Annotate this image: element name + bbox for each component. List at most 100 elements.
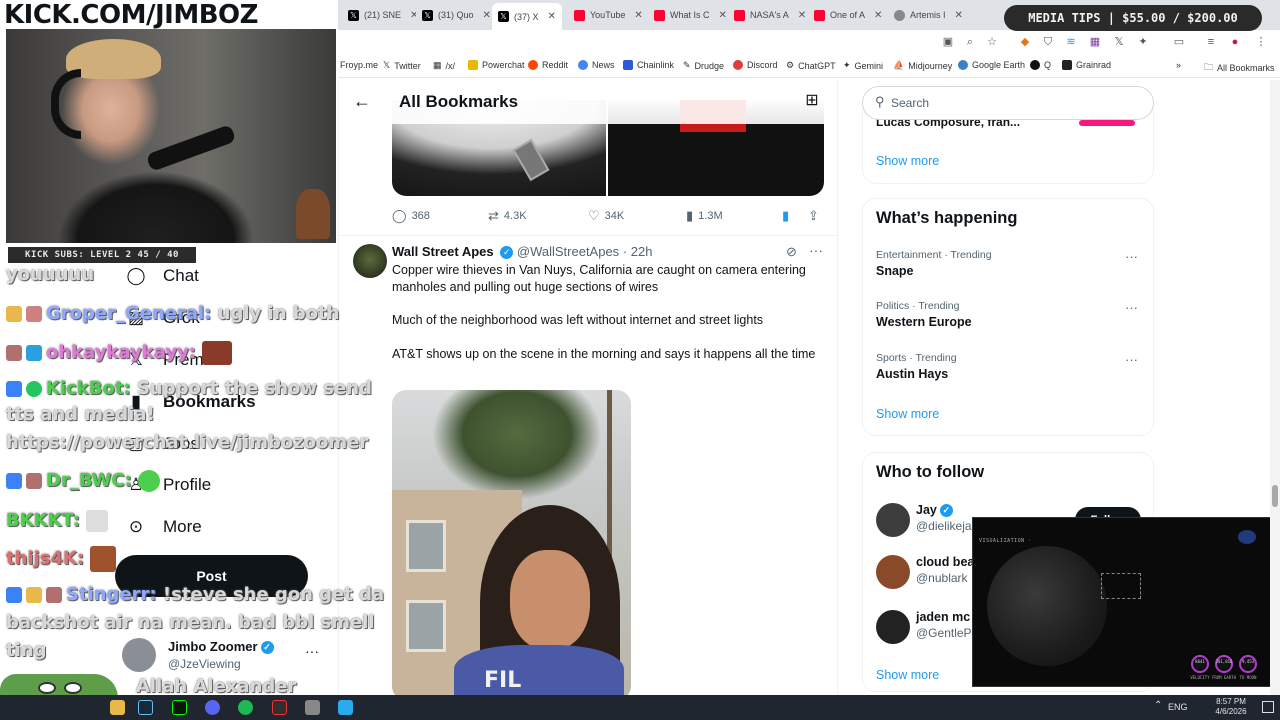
more-dots-icon[interactable]: ··· <box>1125 300 1138 315</box>
tweet-timestamp[interactable]: · 22h <box>623 244 653 259</box>
star-icon[interactable]: ☆ <box>985 35 999 49</box>
scroll-thumb[interactable] <box>1272 485 1278 507</box>
sidebar-icon[interactable]: ▭ <box>1172 35 1186 49</box>
nav-more[interactable]: ⊙ More <box>125 516 202 538</box>
telegram-icon[interactable] <box>338 700 353 715</box>
bookmark-grainrad[interactable]: Grainrad <box>1062 60 1111 70</box>
nav-profile[interactable]: ♙ Profile <box>125 474 211 496</box>
close-icon[interactable]: ✕ <box>548 11 556 22</box>
bookmark-chatgpt[interactable]: ⚙ ChatGPT <box>786 60 836 71</box>
x-icon[interactable]: 𝕏 <box>1112 35 1126 49</box>
more-dots-icon[interactable]: ··· <box>1125 249 1138 264</box>
tweet-author-name[interactable]: Wall Street Apes <box>392 244 494 259</box>
nav-bookmarks[interactable]: ▮ Bookmarks <box>125 391 255 413</box>
close-icon[interactable]: ✕ <box>634 10 642 21</box>
trend-item[interactable]: Sports · Trending Austin Hays ··· <box>876 352 1146 388</box>
views-button[interactable]: ▮ 1.3M <box>686 208 723 224</box>
trend-item[interactable]: Politics · Trending Western Europe ··· <box>876 300 1146 336</box>
tab-item[interactable]: What Is C ✕ <box>648 3 728 27</box>
like-button[interactable]: ♡ 34K <box>588 208 624 224</box>
bookmark-x-board[interactable]: ▦/x/ <box>433 60 455 71</box>
chevron-up-icon[interactable]: ⌃ <box>1154 700 1162 711</box>
pip-video-player[interactable]: VISUALIZATION · 8641 VELOCITY 201,816 FR… <box>972 517 1272 687</box>
bookmark-news[interactable]: News <box>578 60 615 70</box>
gauge-value: 201,816 <box>1215 659 1233 664</box>
nav-chat[interactable]: ◯ Chat <box>125 265 198 287</box>
screenshot-icon[interactable]: ▣ <box>941 35 955 49</box>
page-scrollbar[interactable] <box>1270 80 1280 695</box>
obs-icon[interactable] <box>272 700 287 715</box>
wave-icon[interactable]: ≋ <box>1064 35 1078 49</box>
close-icon[interactable]: ✕ <box>719 10 727 21</box>
grok-icon[interactable]: ⊘ <box>786 244 797 260</box>
app-icon[interactable] <box>305 700 320 715</box>
show-more-link[interactable]: Show more <box>876 668 939 682</box>
discord-icon[interactable] <box>205 700 220 715</box>
shield-icon[interactable]: ⛉ <box>1041 35 1055 49</box>
puzzle-icon[interactable]: ✦ <box>1136 35 1150 49</box>
more-dots-icon[interactable]: ··· <box>809 242 823 258</box>
extension-icon[interactable]: ▦ <box>1088 35 1102 49</box>
close-icon[interactable]: ✕ <box>874 10 882 21</box>
chevron-right-icon[interactable]: » <box>1176 60 1181 70</box>
tab-item[interactable]: 𝕏 (31) Quo ✕ <box>416 3 492 27</box>
nav-premium[interactable]: 𝕏 Premium <box>125 349 231 371</box>
bookmark-google-earth[interactable]: Google Earth <box>958 60 1025 70</box>
bookmark-chainlink[interactable]: Chainlink <box>623 60 674 70</box>
avatar[interactable] <box>353 244 387 278</box>
news-icon <box>578 60 588 70</box>
tweet-author-handle[interactable]: @WallStreetApes <box>517 244 619 259</box>
search-box[interactable]: ⚲ <box>862 86 1154 120</box>
metamask-icon[interactable]: ◆ <box>1018 35 1032 49</box>
close-icon[interactable]: ✕ <box>955 10 963 21</box>
bar-chart-icon: ▮ <box>686 208 694 223</box>
more-dots-icon[interactable]: ··· <box>1125 352 1138 367</box>
tab-item[interactable]: 𝕏 (21) SNE ✕ <box>342 3 416 27</box>
nav-grok[interactable]: ▨ Grok <box>125 307 200 329</box>
share-button[interactable]: ⇪ <box>808 208 819 224</box>
clock[interactable]: 8:57 PM 4/6/2026 <box>1206 697 1256 717</box>
bookmark-gemini[interactable]: ✦ Gemini <box>843 60 883 71</box>
bookmark-discord[interactable]: Discord <box>733 60 778 70</box>
show-more-link[interactable]: Show more <box>876 407 939 421</box>
tweet[interactable]: Wall Street Apes ✓ @WallStreetApes · 22h… <box>339 238 837 695</box>
folder-icon[interactable] <box>110 700 125 715</box>
nav-jobs[interactable]: ▢ Jobs <box>125 433 199 455</box>
search-input[interactable] <box>891 93 1131 113</box>
repost-button[interactable]: ⇄ 4.3K <box>488 208 527 224</box>
bookmark-twitter[interactable]: 𝕏 Twitter <box>383 60 421 71</box>
bookmark-button[interactable]: ▮ <box>782 208 789 224</box>
bookmark-midjourney[interactable]: ⛵ Midjourney <box>893 60 952 71</box>
kebab-menu-icon[interactable]: ⋮ <box>1254 35 1268 49</box>
terminal-icon[interactable] <box>172 700 187 715</box>
bookmark-drudge[interactable]: ✎ Drudge <box>683 60 724 71</box>
add-bookmark-folder-icon[interactable]: ⊞ <box>801 90 823 112</box>
zoom-icon[interactable]: ⌕ <box>963 35 977 49</box>
tab-item[interactable]: YouTube ✕ <box>568 3 648 27</box>
tab-item[interactable]: Artemis I ✕ <box>888 3 968 27</box>
steam-icon[interactable] <box>138 700 153 715</box>
menu-lines-icon[interactable]: ≡ <box>1204 35 1218 49</box>
notification-icon[interactable] <box>1262 701 1274 713</box>
close-icon[interactable]: ✕ <box>483 10 491 21</box>
bookmark-froyp[interactable]: Froyp.me <box>340 60 378 70</box>
reply-button[interactable]: ◯ 368 <box>392 208 430 224</box>
show-more-link[interactable]: Show more <box>876 154 939 168</box>
close-icon[interactable]: ✕ <box>798 10 806 21</box>
profile-icon[interactable]: ● <box>1228 35 1242 49</box>
bookmark-reddit[interactable]: Reddit <box>528 60 568 70</box>
spotify-icon[interactable] <box>238 700 253 715</box>
bookmark-powerchat[interactable]: Powerchat <box>468 60 525 70</box>
back-arrow-icon[interactable]: ← <box>353 91 371 112</box>
post-button[interactable]: Post <box>115 555 308 597</box>
trend-item[interactable]: Entertainment · Trending Snape ··· <box>876 249 1146 285</box>
all-bookmarks-folder[interactable]: 🗀 All Bookmarks <box>1204 60 1275 76</box>
tab-item-active[interactable]: 𝕏 (37) X ✕ <box>492 3 562 30</box>
account-switcher[interactable]: Jimbo Zoomer ✓ @JzeViewing ··· <box>122 635 332 675</box>
tab-item[interactable]: One of A ✕ <box>808 3 888 27</box>
tab-item[interactable]: NASA's A ✕ <box>728 3 808 27</box>
tweet-video[interactable]: FIL <box>392 390 631 695</box>
bookmark-q[interactable]: Q <box>1030 60 1051 70</box>
language-indicator[interactable]: ENG <box>1168 702 1188 712</box>
more-dots-icon[interactable]: ··· <box>305 643 319 659</box>
